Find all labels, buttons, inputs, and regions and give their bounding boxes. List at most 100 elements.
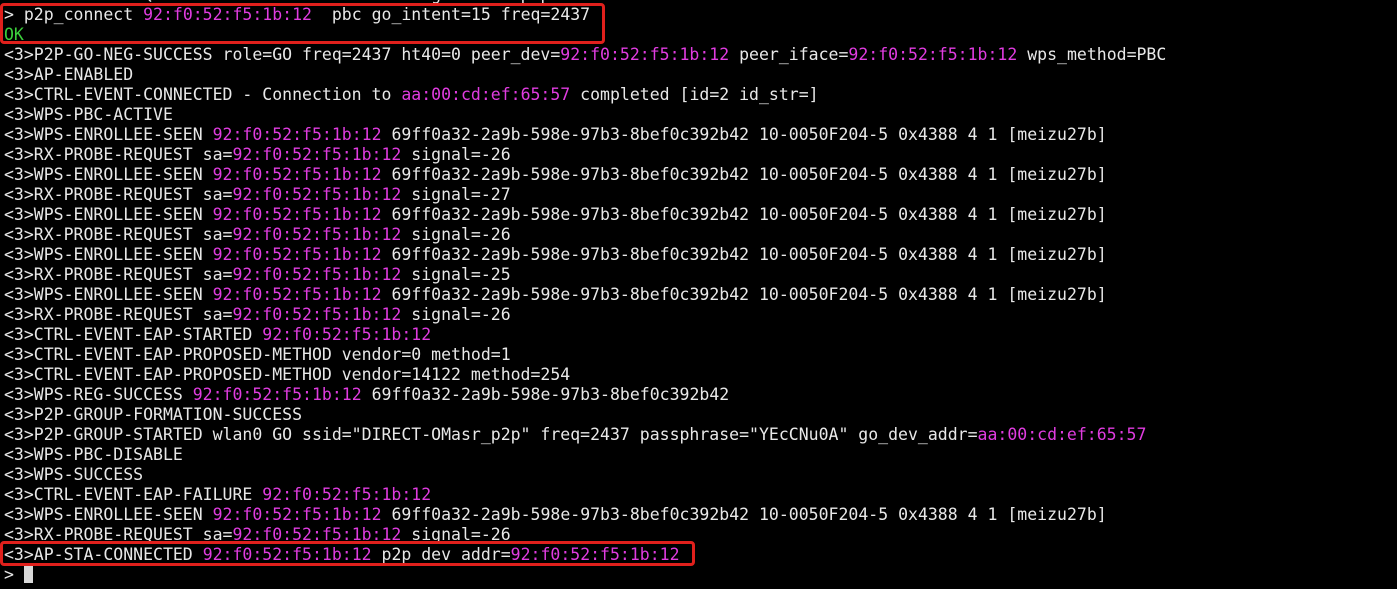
terminal-text: signal=-26: [401, 145, 511, 164]
terminal-line: <3>RX-PROBE-REQUEST sa=92:f0:52:f5:1b:12…: [4, 185, 1394, 205]
terminal-text: <3>WPS-REG-SUCCESS: [4, 385, 193, 404]
terminal-text: 69ff0a32-2a9b-598e-97b3-8bef0c392b42 10-…: [381, 285, 1107, 304]
text-cursor: [23, 566, 33, 583]
terminal-line: <3>WPS-ENROLLEE-SEEN 92:f0:52:f5:1b:12 6…: [4, 505, 1394, 525]
mac-address: 92:f0:52:f5:1b:12: [212, 165, 382, 184]
terminal-text: <3>RX-PROBE-REQUEST sa=: [4, 225, 233, 244]
terminal-text: signal=-26: [401, 305, 511, 324]
terminal-line: > p2p_connect 92:f0:52:f5:1b:12 pbc go_i…: [4, 5, 1394, 25]
terminal-line: <3>WPS-ENROLLEE-SEEN 92:f0:52:f5:1b:12 6…: [4, 285, 1394, 305]
mac-address: 92:f0:52:f5:1b:12: [143, 5, 312, 24]
terminal-text: <3>WPS-PBC-DISABLE: [4, 445, 183, 464]
command-prompt-line[interactable]: >: [4, 565, 1394, 585]
terminal-line: <3>WPS-SUCCESS: [4, 465, 1394, 485]
terminal-text: p2p_dev_addr=: [371, 545, 511, 564]
mac-address: 92:f0:52:f5:1b:12: [232, 185, 402, 204]
mac-address: aa:00:cd:ef:65:57: [977, 425, 1147, 444]
terminal-line: <3>WPS-REG-SUCCESS 92:f0:52:f5:1b:12 69f…: [4, 385, 1394, 405]
terminal-text: 69ff0a32-2a9b-598e-97b3-8bef0c392b42 10-…: [381, 245, 1107, 264]
terminal-text: <3>CTRL-EVENT-EAP-STARTED: [4, 325, 263, 344]
terminal-line: <3>P2P-GROUP-FORMATION-SUCCESS: [4, 405, 1394, 425]
terminal-line: <3>AP-ENABLED: [4, 65, 1394, 85]
terminal-text: pbc go_intent=15 freq=2437: [311, 5, 591, 24]
terminal-text: <3>WPS-ENROLLEE-SEEN: [4, 505, 213, 524]
mac-address: 92:f0:52:f5:1b:12: [232, 305, 402, 324]
terminal-text: <3>RX-PROBE-REQUEST sa=: [4, 525, 233, 544]
terminal-text: > p2p_connect: [4, 5, 144, 24]
terminal-window[interactable]: <3>RX-PROBE-REQUEST sa=92:f0:52:f5:1b:12…: [0, 0, 1397, 589]
terminal-text: completed [id=2 id_str=]: [570, 85, 819, 104]
terminal-text: <3>WPS-ENROLLEE-SEEN: [4, 205, 213, 224]
mac-address: 92:f0:52:f5:1b:12: [212, 245, 382, 264]
terminal-text: wps_method=PBC: [1017, 45, 1167, 64]
terminal-line: <3>CTRL-EVENT-EAP-FAILURE 92:f0:52:f5:1b…: [4, 485, 1394, 505]
mac-address: 92:f0:52:f5:1b:12: [202, 545, 372, 564]
mac-address: 92:f0:52:f5:1b:12: [262, 325, 432, 344]
terminal-line: <3>P2P-GO-NEG-SUCCESS role=GO freq=2437 …: [4, 45, 1394, 65]
terminal-line: <3>CTRL-EVENT-CONNECTED - Connection to …: [4, 85, 1394, 105]
terminal-text: <3>RX-PROBE-REQUEST sa=: [4, 145, 233, 164]
terminal-text: <3>CTRL-EVENT-EAP-PROPOSED-METHOD vendor…: [4, 365, 571, 384]
terminal-text: signal=-26: [401, 525, 511, 544]
terminal-text: peer_iface=: [729, 45, 849, 64]
mac-address: 92:f0:52:f5:1b:12: [212, 505, 382, 524]
terminal-line: <3>RX-PROBE-REQUEST sa=92:f0:52:f5:1b:12…: [4, 225, 1394, 245]
terminal-text: <3>WPS-PBC-ACTIVE: [4, 105, 173, 124]
terminal-line: <3>RX-PROBE-REQUEST sa=92:f0:52:f5:1b:12…: [4, 305, 1394, 325]
terminal-text: <3>RX-PROBE-REQUEST sa=: [4, 265, 233, 284]
terminal-text: <3>RX-PROBE-REQUEST sa=: [4, 305, 233, 324]
ok-status: OK: [4, 25, 24, 44]
mac-address: 92:f0:52:f5:1b:12: [192, 385, 362, 404]
mac-address: 92:f0:52:f5:1b:12: [232, 225, 402, 244]
terminal-line: <3>CTRL-EVENT-EAP-STARTED 92:f0:52:f5:1b…: [4, 325, 1394, 345]
mac-address: 92:f0:52:f5:1b:12: [212, 205, 382, 224]
terminal-text: <3>AP-ENABLED: [4, 65, 134, 84]
terminal-line: <3>WPS-PBC-DISABLE: [4, 445, 1394, 465]
mac-address: 92:f0:52:f5:1b:12: [232, 145, 402, 164]
terminal-text: <3>WPS-ENROLLEE-SEEN: [4, 245, 213, 264]
terminal-text: <3>WPS-SUCCESS: [4, 465, 144, 484]
terminal-text: <3>RX-PROBE-REQUEST sa=: [4, 0, 232, 4]
terminal-text: <3>CTRL-EVENT-EAP-FAILURE: [4, 485, 263, 504]
terminal-line: <3>RX-PROBE-REQUEST sa=92:f0:52:f5:1b:12…: [4, 145, 1394, 165]
terminal-text: signal=-26 p2p_intent=1: [401, 0, 640, 4]
terminal-text: 69ff0a32-2a9b-598e-97b3-8bef0c392b42 10-…: [381, 205, 1107, 224]
terminal-line: <3>WPS-PBC-ACTIVE: [4, 105, 1394, 125]
terminal-text: 69ff0a32-2a9b-598e-97b3-8bef0c392b42: [361, 385, 730, 404]
terminal-text: signal=-27: [401, 185, 511, 204]
terminal-line: <3>CTRL-EVENT-EAP-PROPOSED-METHOD vendor…: [4, 345, 1394, 365]
prompt-symbol: >: [4, 565, 14, 584]
terminal-line: <3>WPS-ENROLLEE-SEEN 92:f0:52:f5:1b:12 6…: [4, 205, 1394, 225]
terminal-line: <3>RX-PROBE-REQUEST sa=92:f0:52:f5:1b:12…: [4, 265, 1394, 285]
terminal-text: <3>WPS-ENROLLEE-SEEN: [4, 125, 213, 144]
terminal-line: <3>WPS-ENROLLEE-SEEN 92:f0:52:f5:1b:12 6…: [4, 165, 1394, 185]
terminal-text: 69ff0a32-2a9b-598e-97b3-8bef0c392b42 10-…: [381, 125, 1107, 144]
terminal-text: <3>P2P-GROUP-STARTED wlan0 GO ssid="DIRE…: [4, 425, 978, 444]
terminal-line: <3>P2P-GROUP-STARTED wlan0 GO ssid="DIRE…: [4, 425, 1394, 445]
terminal-line: <3>CTRL-EVENT-EAP-PROPOSED-METHOD vendor…: [4, 365, 1394, 385]
terminal-text: <3>WPS-ENROLLEE-SEEN: [4, 285, 213, 304]
terminal-text: <3>AP-STA-CONNECTED: [4, 545, 203, 564]
terminal-text: <3>P2P-GO-NEG-SUCCESS role=GO freq=2437 …: [4, 45, 561, 64]
terminal-line: OK: [4, 25, 1394, 45]
terminal-text: 69ff0a32-2a9b-598e-97b3-8bef0c392b42 10-…: [381, 505, 1107, 524]
terminal-text: 69ff0a32-2a9b-598e-97b3-8bef0c392b42 10-…: [381, 165, 1107, 184]
terminal-text: signal=-26: [401, 225, 511, 244]
terminal-text: <3>CTRL-EVENT-CONNECTED - Connection to: [4, 85, 402, 104]
mac-address: 92:f0:52:f5:1b:12: [212, 285, 382, 304]
terminal-line: <3>RX-PROBE-REQUEST sa=92:f0:52:f5:1b:12…: [4, 525, 1394, 545]
terminal-text: <3>CTRL-EVENT-EAP-PROPOSED-METHOD vendor…: [4, 345, 511, 364]
mac-address: 92:f0:52:f5:1b:12: [848, 45, 1018, 64]
mac-address: 92:f0:52:f5:1b:12: [212, 125, 382, 144]
terminal-text: <3>RX-PROBE-REQUEST sa=: [4, 185, 233, 204]
mac-address: 92:f0:52:f5:1b:12: [510, 545, 680, 564]
terminal-line: <3>AP-STA-CONNECTED 92:f0:52:f5:1b:12 p2…: [4, 545, 1394, 565]
terminal-line: <3>WPS-ENROLLEE-SEEN 92:f0:52:f5:1b:12 6…: [4, 245, 1394, 265]
mac-address: 92:f0:52:f5:1b:12: [560, 45, 730, 64]
mac-address: 92:f0:52:f5:1b:12: [232, 0, 401, 4]
terminal-text: <3>P2P-GROUP-FORMATION-SUCCESS: [4, 405, 303, 424]
terminal-output: <3>RX-PROBE-REQUEST sa=92:f0:52:f5:1b:12…: [4, 0, 1394, 585]
mac-address: 92:f0:52:f5:1b:12: [262, 485, 432, 504]
mac-address: 92:f0:52:f5:1b:12: [232, 525, 402, 544]
mac-address: 92:f0:52:f5:1b:12: [232, 265, 402, 284]
